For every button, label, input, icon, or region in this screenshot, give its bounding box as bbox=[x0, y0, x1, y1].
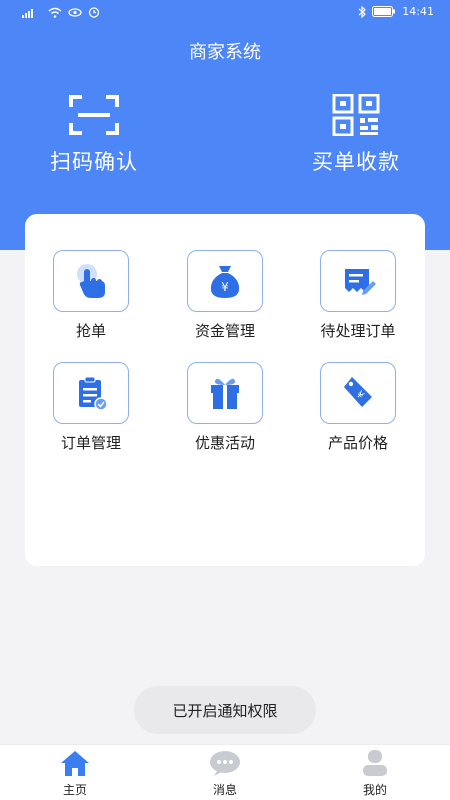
scan-confirm-button[interactable]: 扫码确认 bbox=[14, 94, 174, 176]
user-icon bbox=[363, 750, 387, 776]
tab-messages[interactable]: 消息 bbox=[185, 749, 265, 798]
fund-management-icon-box: ¥ bbox=[187, 250, 263, 312]
tab-messages-label: 消息 bbox=[212, 783, 237, 797]
tap-hand-icon bbox=[77, 264, 105, 298]
scan-confirm-label: 扫码确认 bbox=[50, 150, 138, 174]
status-icons-left bbox=[22, 6, 100, 18]
tab-home-label: 主页 bbox=[62, 783, 87, 797]
status-bar: 14:41 bbox=[0, 0, 450, 26]
status-icons-right: 14:41 bbox=[358, 5, 434, 18]
tab-profile[interactable]: 我的 bbox=[335, 749, 415, 798]
grab-order-button[interactable]: 抢单 bbox=[31, 250, 151, 341]
product-price-label: 产品价格 bbox=[327, 434, 388, 452]
bluetooth-icon bbox=[358, 5, 367, 18]
page-title: 商家系统 bbox=[189, 42, 261, 63]
home-icon bbox=[61, 751, 89, 776]
eye-icon bbox=[68, 7, 82, 17]
grab-order-icon-box bbox=[53, 250, 129, 312]
edit-document-icon bbox=[345, 269, 376, 295]
price-tag-icon: ¥ bbox=[344, 377, 372, 407]
bottom-tab-bar: 主页 消息 我的 bbox=[0, 744, 450, 800]
pending-orders-button[interactable]: 待处理订单 bbox=[298, 250, 418, 341]
alarm-icon bbox=[88, 7, 100, 18]
order-management-icon-box bbox=[53, 362, 129, 424]
order-management-label: 订单管理 bbox=[60, 434, 121, 452]
pending-orders-label: 待处理订单 bbox=[320, 322, 396, 340]
pending-orders-icon-box bbox=[320, 250, 396, 312]
function-menu-card: 抢单 ¥ 资金管理 待处理订单 订单管理 优惠活动 ¥ 产品价格 bbox=[25, 214, 425, 566]
wifi-icon bbox=[48, 7, 62, 18]
fund-management-label: 资金管理 bbox=[194, 322, 255, 340]
status-time: 14:41 bbox=[402, 5, 434, 18]
clipboard-check-icon bbox=[79, 376, 108, 411]
product-price-icon-box: ¥ bbox=[320, 362, 396, 424]
product-price-button[interactable]: ¥ 产品价格 bbox=[298, 362, 418, 453]
promotions-button[interactable]: 优惠活动 bbox=[165, 362, 285, 453]
gift-icon bbox=[211, 378, 239, 409]
fund-management-button[interactable]: ¥ 资金管理 bbox=[165, 250, 285, 341]
signal-icon bbox=[22, 8, 33, 18]
order-management-button[interactable]: 订单管理 bbox=[31, 362, 151, 453]
money-bag-icon: ¥ bbox=[210, 266, 240, 298]
checkout-payment-label: 买单收款 bbox=[312, 150, 400, 174]
promotions-icon-box bbox=[187, 362, 263, 424]
chat-bubble-icon bbox=[210, 751, 240, 776]
tab-profile-label: 我的 bbox=[362, 783, 387, 797]
notification-toast: 已开启通知权限 bbox=[134, 686, 316, 734]
svg-text:¥: ¥ bbox=[221, 280, 229, 294]
grab-order-label: 抢单 bbox=[75, 322, 106, 340]
checkout-payment-button[interactable]: 买单收款 bbox=[276, 94, 436, 176]
promotions-label: 优惠活动 bbox=[194, 434, 255, 452]
qr-code-icon bbox=[332, 94, 380, 136]
battery-icon bbox=[372, 6, 396, 17]
scan-icon bbox=[69, 95, 119, 135]
tab-home[interactable]: 主页 bbox=[35, 749, 115, 798]
